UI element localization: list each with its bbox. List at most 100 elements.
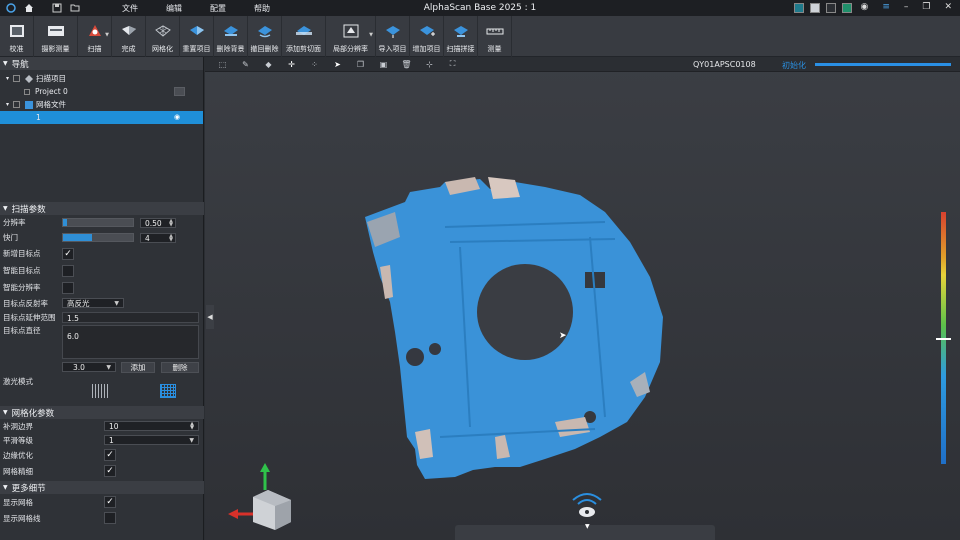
chevron-down-icon[interactable]: ▼ [105, 32, 109, 38]
copy-icon[interactable]: ❐ [355, 59, 366, 70]
new-marker-checkbox[interactable]: ✓ [62, 247, 74, 260]
show-wire-checkbox[interactable] [104, 512, 116, 524]
chevron-down-icon[interactable]: ▼ [585, 523, 590, 530]
add-project-button[interactable]: 增加项目 [410, 16, 444, 57]
close-icon[interactable]: ✕ [944, 2, 952, 12]
edge-opt-checkbox[interactable]: ✓ [104, 449, 116, 461]
menu-config[interactable]: 配置 [210, 3, 226, 14]
checkbox-icon[interactable] [24, 88, 30, 95]
theme-swatch[interactable] [794, 3, 804, 13]
resolution-spinbox[interactable]: 0.50 ▲ ▼ [140, 217, 176, 228]
fit-icon[interactable]: ⛶ [447, 59, 458, 70]
spin-arrows-icon[interactable]: ▲ ▼ [190, 422, 194, 431]
lasso-icon[interactable]: ✎ [240, 59, 251, 70]
scan-stitch-icon [452, 22, 470, 40]
menu-icon[interactable]: ≡ [882, 2, 890, 12]
focus-icon[interactable]: ⊹ [424, 59, 435, 70]
fill-holes-label: 补洞边界 [3, 421, 33, 431]
collapse-panel-button[interactable]: ◀ [206, 305, 214, 329]
chevron-down-icon: ▼ [114, 300, 119, 307]
minimize-icon[interactable]: – [904, 2, 909, 12]
measure-button[interactable]: 测量 [478, 16, 512, 57]
smooth-select[interactable]: 1 ▼ [104, 435, 199, 445]
visibility-icon[interactable] [174, 87, 185, 96]
checkbox-icon[interactable] [13, 101, 21, 108]
checkbox-icon[interactable] [13, 75, 21, 82]
extend-input[interactable]: 1.5 [62, 311, 199, 323]
home-icon[interactable] [22, 1, 36, 15]
scanned-model[interactable] [345, 167, 685, 487]
more-details-title: 更多细节 [11, 483, 46, 494]
add-marker-button[interactable]: 添加 [121, 361, 155, 373]
spin-arrows-icon[interactable]: ▲ ▼ [169, 233, 173, 242]
import-project-button[interactable]: 导入项目 [376, 16, 410, 57]
exposure-slider-fill [63, 234, 93, 241]
reset-project-button[interactable]: 重置项目 [180, 16, 214, 57]
spin-arrows-icon[interactable]: ▲ ▼ [169, 218, 173, 227]
calibrate-button[interactable]: 校准 [0, 16, 34, 57]
mesh-label: 网格化 [152, 45, 173, 53]
chevron-down-icon[interactable]: ▼ [369, 32, 373, 38]
eye-icon[interactable]: ◉ [174, 113, 180, 121]
layers-icon[interactable]: ▣ [378, 59, 389, 70]
finish-button[interactable]: 完成 [112, 16, 146, 57]
more-details-header[interactable]: ▼ 更多细节 [0, 481, 204, 494]
3d-viewport[interactable]: ⬚ ✎ ◆ ✛ ⁘ ➤ ❐ ▣ 🗑 ⊹ ⛶ QY01APSC0108 初始化 ◀ [205, 57, 960, 540]
scan-stitch-button[interactable]: 扫描拼接 [444, 16, 478, 57]
folder-icon[interactable] [68, 1, 82, 15]
scan-params-header[interactable]: ▼ 扫描参数 [0, 202, 204, 215]
resolution-slider[interactable] [62, 218, 134, 227]
delete-background-button[interactable]: 删除背景 [214, 16, 248, 57]
scan-button[interactable]: 扫描 ▼ [78, 16, 112, 57]
tree-project-0[interactable]: Project 0 [0, 85, 203, 98]
diameter-list[interactable]: 6.0 [62, 325, 199, 359]
reflectivity-select[interactable]: 高反光 ▼ [62, 298, 124, 308]
bottom-tool-tray[interactable]: ▼ [455, 523, 715, 540]
pan-icon[interactable]: ✛ [286, 59, 297, 70]
collapse-arrow-icon: ▼ [3, 60, 8, 67]
tree-mesh-file[interactable]: ▾ 网格文件 [0, 98, 203, 111]
show-mesh-checkbox[interactable]: ✓ [104, 496, 116, 508]
delete-marker-button[interactable]: 删除 [161, 361, 199, 373]
diameter-select[interactable]: 3.0 ▼ [62, 362, 116, 372]
axis-gizmo[interactable] [223, 462, 298, 537]
laser-mode-grid-icon[interactable] [160, 384, 176, 398]
fill-holes-row: 补洞边界 10 ▲ ▼ [0, 419, 204, 433]
menu-help[interactable]: 帮助 [254, 3, 270, 14]
smart-resolution-checkbox[interactable] [62, 281, 74, 294]
select-through-icon[interactable]: ➤ [332, 59, 343, 70]
local-resolution-button[interactable]: 局部分辨率 ▼ [326, 16, 376, 57]
reset-project-label: 重置项目 [182, 45, 211, 53]
local-resolution-label: 局部分辨率 [333, 45, 368, 53]
expand-icon[interactable]: ▾ [6, 101, 9, 108]
collapse-arrow-icon: ▼ [3, 409, 8, 416]
brush-icon[interactable]: ◆ [263, 59, 274, 70]
tree-scan-project[interactable]: ▾ 扫描项目 [0, 72, 203, 85]
points-icon[interactable]: ⁘ [309, 59, 320, 70]
mesh-params-header[interactable]: ▼ 网格化参数 [0, 406, 204, 419]
expand-icon[interactable]: ▾ [6, 75, 9, 82]
globe-icon[interactable]: ◉ [860, 2, 868, 12]
smart-marker-checkbox[interactable] [62, 264, 74, 277]
mesh-refine-checkbox[interactable]: ✓ [104, 465, 116, 477]
save-icon[interactable] [50, 1, 64, 15]
mesh-button[interactable]: 网格化 [146, 16, 180, 57]
add-clip-plane-button[interactable]: 添加剪切面 [282, 16, 326, 57]
laser-mode-multiline-icon[interactable] [92, 384, 110, 398]
viewport-toolbar: ⬚ ✎ ◆ ✛ ⁘ ➤ ❐ ▣ 🗑 ⊹ ⛶ QY01APSC0108 初始化 [205, 57, 960, 72]
tree-mesh-item[interactable]: 1 ◉ [0, 111, 203, 124]
photogrammetry-button[interactable]: 摄影测量 [34, 16, 78, 57]
exposure-slider[interactable] [62, 233, 134, 242]
restore-icon[interactable]: ❐ [922, 2, 930, 12]
fill-holes-spinbox[interactable]: 10 ▲ ▼ [104, 421, 199, 431]
theme-swatch[interactable] [810, 3, 820, 13]
undo-delete-button[interactable]: 撤回删除 [248, 16, 282, 57]
edge-opt-label: 边缘优化 [3, 450, 33, 460]
select-icon[interactable]: ⬚ [217, 59, 228, 70]
menu-file[interactable]: 文件 [122, 3, 138, 14]
theme-swatch[interactable] [826, 3, 836, 13]
nav-header[interactable]: ▼ 导航 [0, 57, 203, 70]
exposure-spinbox[interactable]: 4 ▲ ▼ [140, 232, 176, 243]
delete-icon[interactable]: 🗑 [401, 59, 412, 70]
menu-edit[interactable]: 编辑 [166, 3, 182, 14]
